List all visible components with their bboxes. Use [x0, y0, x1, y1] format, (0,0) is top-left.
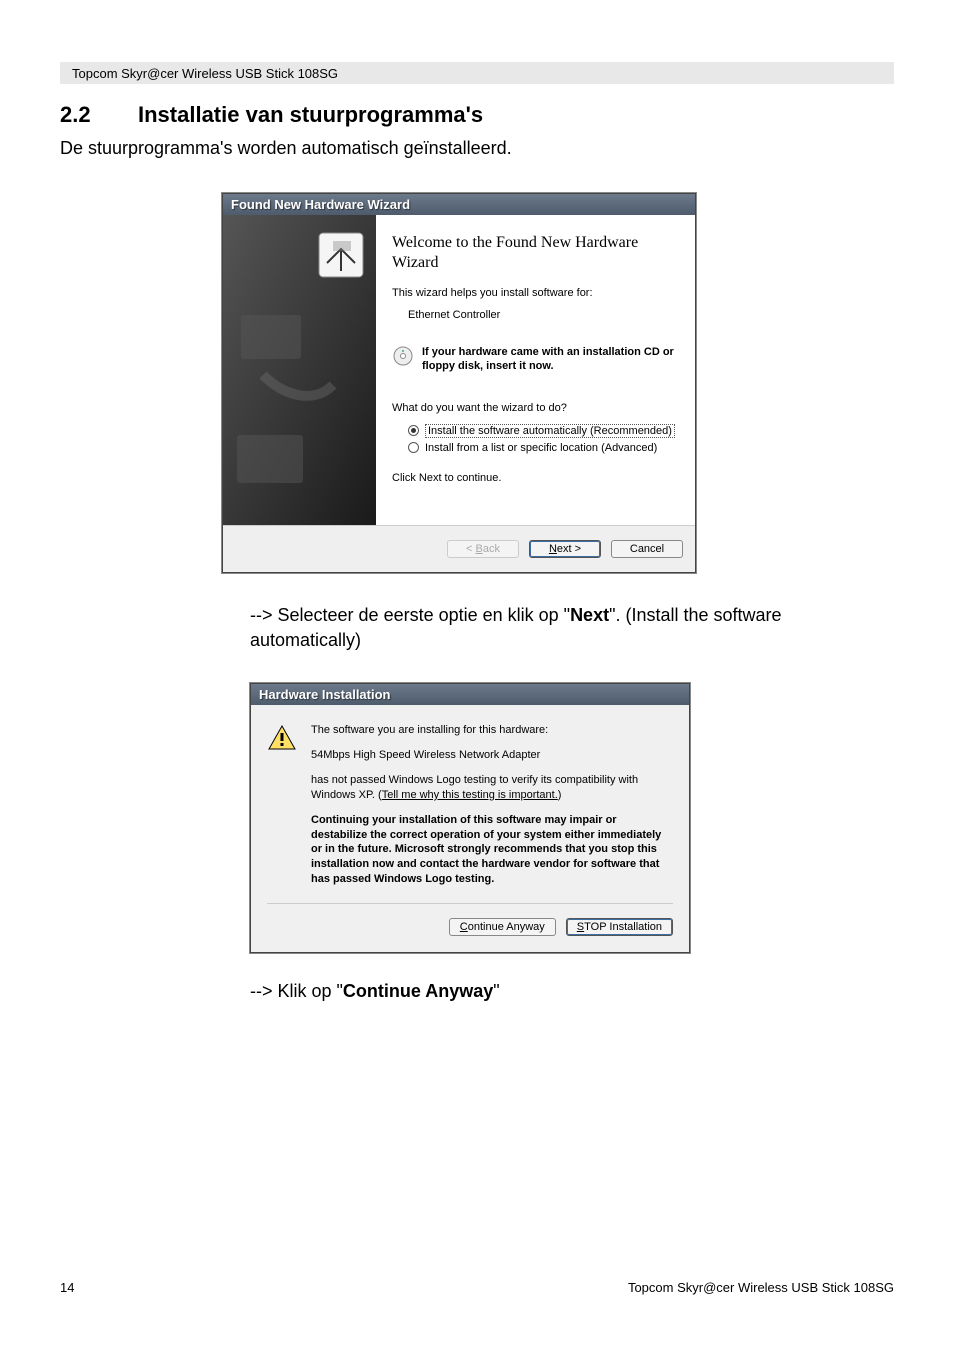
cd-icon [392, 345, 414, 370]
radio-opt1-label: Install the software automatically (Reco… [425, 424, 675, 438]
wizard-question: What do you want the wizard to do? [392, 402, 677, 414]
instr1-bold: Next [570, 605, 609, 625]
radio-selected-icon [408, 425, 419, 436]
instruction-1: --> Selecteer de eerste optie en klik op… [250, 603, 854, 653]
hw-body: The software you are installing for this… [251, 705, 689, 903]
hw-text-column: The software you are installing for this… [311, 723, 673, 897]
intro-text: De stuurprogramma's worden automatisch g… [60, 138, 894, 159]
instr2-bold: Continue Anyway [343, 981, 493, 1001]
instr1-prefix: --> Selecteer de eerste optie en klik op… [250, 605, 570, 625]
footer-product: Topcom Skyr@cer Wireless USB Stick 108SG [628, 1280, 894, 1295]
section-number: 2.2 [60, 102, 138, 128]
hw-line3b: ) [558, 789, 562, 801]
next-button[interactable]: Next > [529, 540, 601, 558]
stop-installation-button[interactable]: STOP Installation [566, 918, 673, 936]
instruction-2: --> Klik op "Continue Anyway" [250, 981, 894, 1002]
radio-opt2-label: Install from a list or specific location… [425, 442, 657, 454]
hw-line3-link[interactable]: Tell me why this testing is important. [382, 789, 558, 801]
hw-warning: Continuing your installation of this sof… [311, 813, 673, 887]
continue-anyway-button[interactable]: Continue Anyway [449, 918, 556, 936]
hw-line2: 54Mbps High Speed Wireless Network Adapt… [311, 748, 673, 763]
hw-line3: has not passed Windows Logo testing to v… [311, 773, 673, 803]
instr2-prefix: --> Klik op " [250, 981, 343, 1001]
wizard-device-name: Ethernet Controller [408, 309, 677, 321]
hw-title-bar: Hardware Installation [251, 684, 689, 705]
wizard-helps-text: This wizard helps you install software f… [392, 287, 677, 299]
radio-install-specific[interactable]: Install from a list or specific location… [408, 442, 677, 454]
wizard-footer: < Back Next > Cancel [223, 525, 695, 572]
section-heading: 2.2 Installatie van stuurprogramma's [60, 102, 894, 128]
wizard-main: Welcome to the Found New Hardware Wizard… [376, 215, 695, 525]
warning-icon [267, 723, 297, 897]
wizard-title-bar: Found New Hardware Wizard [223, 194, 695, 215]
page-footer: 14 Topcom Skyr@cer Wireless USB Stick 10… [60, 1280, 894, 1295]
wizard-body: Welcome to the Found New Hardware Wizard… [223, 215, 695, 525]
stop-installation-label: STOP Installation [577, 921, 662, 933]
page-number: 14 [60, 1280, 74, 1295]
instr2-suffix: " [493, 981, 499, 1001]
next-button-label: Next > [549, 543, 581, 555]
wizard-click-next: Click Next to continue. [392, 472, 677, 484]
found-new-hardware-wizard-dialog: Found New Hardware Wizard [222, 193, 696, 573]
section-title: Installatie van stuurprogramma's [138, 102, 483, 128]
wizard-cd-row: If your hardware came with an installati… [392, 345, 677, 374]
back-button-label: < Back [466, 543, 500, 555]
back-button: < Back [447, 540, 519, 558]
cancel-button[interactable]: Cancel [611, 540, 683, 558]
header-product: Topcom Skyr@cer Wireless USB Stick 108SG [72, 66, 338, 81]
wizard-heading: Welcome to the Found New Hardware Wizard [392, 233, 677, 273]
radio-install-auto[interactable]: Install the software automatically (Reco… [408, 424, 677, 438]
hardware-installation-dialog: Hardware Installation The software you a… [250, 683, 690, 953]
page-header-bar: Topcom Skyr@cer Wireless USB Stick 108SG [60, 62, 894, 84]
radio-unselected-icon [408, 442, 419, 453]
continue-anyway-label: Continue Anyway [460, 921, 545, 933]
hw-line1: The software you are installing for this… [311, 723, 673, 738]
wizard-side-graphic [223, 215, 376, 525]
hw-button-row: Continue Anyway STOP Installation [251, 904, 689, 952]
wizard-cd-notice: If your hardware came with an installati… [422, 345, 677, 374]
